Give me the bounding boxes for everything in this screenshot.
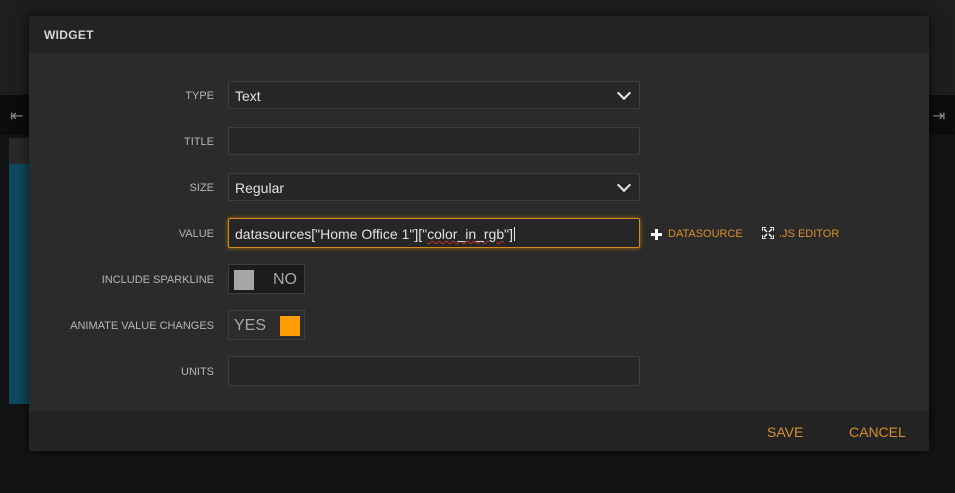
save-button[interactable]: SAVE <box>767 424 803 440</box>
toggle-knob-on <box>280 316 300 336</box>
arrow-right-icon: ⇥ <box>932 108 946 125</box>
dialog-header: WIDGET <box>29 16 929 53</box>
background-pane <box>9 164 31 404</box>
animate-value-changes-toggle[interactable]: YES <box>228 310 305 340</box>
animate-value-changes-label: ANIMATE VALUE CHANGES <box>70 320 214 332</box>
datasource-link[interactable]: DATASOURCE <box>668 228 743 240</box>
plus-icon[interactable] <box>651 229 662 240</box>
include-sparkline-label: INCLUDE SPARKLINE <box>101 274 214 286</box>
title-input[interactable] <box>228 127 640 155</box>
value-text-suffix: "] <box>504 226 513 242</box>
size-label: SIZE <box>189 182 214 194</box>
units-input[interactable] <box>228 356 640 386</box>
size-row: SIZE Regular <box>29 173 929 203</box>
value-text-prefix: datasources["Home Office 1"][" <box>235 226 428 242</box>
animate-value-changes-state: YES <box>234 317 267 334</box>
animate-value-changes-row: ANIMATE VALUE CHANGES YES <box>29 310 929 340</box>
units-label: UNITS <box>181 366 214 378</box>
value-row: VALUE datasources["Home Office 1"]["colo… <box>29 218 929 248</box>
type-label: TYPE <box>185 90 214 102</box>
value-text-spellcheck: color_in_rgb <box>427 226 505 242</box>
include-sparkline-toggle[interactable]: NO <box>228 264 305 294</box>
include-sparkline-row: INCLUDE SPARKLINE NO <box>29 264 929 294</box>
value-label: VALUE <box>178 228 214 240</box>
type-select-value: Text <box>235 88 261 104</box>
text-caret <box>514 227 515 241</box>
chevron-down-icon <box>616 85 632 101</box>
arrow-left-icon: ⇤ <box>10 108 24 125</box>
size-select-value: Regular <box>235 180 285 196</box>
value-input-text: datasources["Home Office 1"]["color_in_r… <box>235 226 515 242</box>
expand-icon[interactable] <box>762 227 774 239</box>
units-row: UNITS <box>29 356 929 386</box>
dialog-footer: SAVE CANCEL <box>29 410 929 451</box>
dialog-title: WIDGET <box>44 28 94 42</box>
chevron-down-icon <box>616 177 632 193</box>
size-select[interactable]: Regular <box>228 173 640 201</box>
toggle-knob-off <box>234 270 254 290</box>
cancel-button[interactable]: CANCEL <box>849 424 906 440</box>
type-select[interactable]: Text <box>228 81 640 109</box>
title-row: TITLE <box>29 127 929 157</box>
value-input[interactable]: datasources["Home Office 1"]["color_in_r… <box>228 218 640 248</box>
title-label: TITLE <box>184 136 214 148</box>
include-sparkline-state: NO <box>273 271 297 288</box>
type-row: TYPE Text <box>29 81 929 111</box>
js-editor-link[interactable]: .JS EDITOR <box>779 228 839 240</box>
widget-dialog: WIDGET TYPE Text TITLE SIZE Regular VALU… <box>29 16 929 451</box>
background-pane-header <box>9 138 31 164</box>
